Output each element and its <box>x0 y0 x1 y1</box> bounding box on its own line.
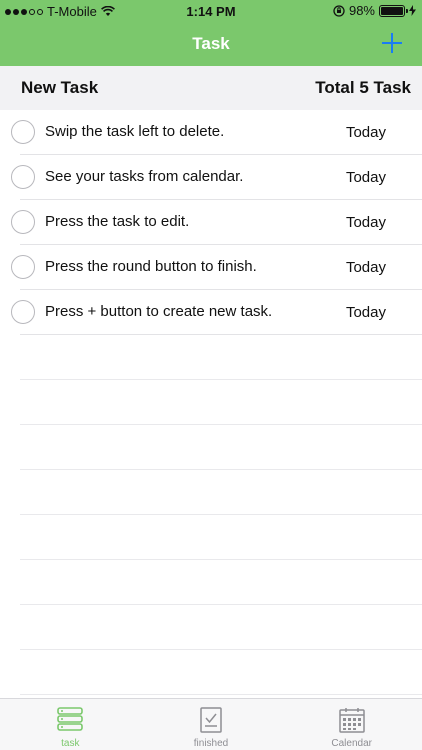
status-bar: T-Mobile 1:14 PM 98% <box>0 0 422 22</box>
task-row[interactable]: Swip the task left to delete. Today <box>0 110 422 155</box>
task-list-header: New Task Total 5 Task <box>0 66 422 110</box>
finish-task-button[interactable] <box>11 210 35 234</box>
task-text: Press the task to edit. <box>45 213 190 230</box>
tab-bar: task finished Calendar <box>0 698 422 750</box>
orientation-lock-icon <box>333 4 345 17</box>
finish-task-button[interactable] <box>11 300 35 324</box>
empty-row <box>0 380 422 425</box>
task-row[interactable]: Press + button to create new task. Today <box>0 290 422 335</box>
page-title: Task <box>192 34 230 53</box>
empty-row <box>0 425 422 470</box>
task-list: Swip the task left to delete. Today See … <box>0 110 422 695</box>
task-list-icon <box>57 707 84 731</box>
finish-task-button[interactable] <box>11 120 35 144</box>
task-text: See your tasks from calendar. <box>45 168 244 185</box>
calendar-icon <box>338 708 365 733</box>
finish-task-button[interactable] <box>11 165 35 189</box>
charging-bolt-icon <box>409 5 416 16</box>
task-date: Today <box>345 259 386 276</box>
task-text: Swip the task left to delete. <box>45 123 225 140</box>
tab-label: task <box>61 738 80 749</box>
navigation-bar: Task <box>0 22 422 66</box>
tab-task[interactable]: task <box>0 699 141 750</box>
task-date: Today <box>345 214 386 231</box>
add-task-button[interactable] <box>380 31 404 55</box>
new-task-heading: New Task <box>21 78 99 97</box>
plus-icon <box>382 33 402 53</box>
task-date: Today <box>345 124 386 141</box>
total-task-count: Total 5 Task <box>315 78 411 97</box>
task-date: Today <box>345 304 386 321</box>
task-row[interactable]: Press the task to edit. Today <box>0 200 422 245</box>
task-text: Press the round button to finish. <box>45 258 257 275</box>
battery-percent: 98% <box>348 3 375 18</box>
empty-row <box>0 650 422 695</box>
status-right: 98% <box>333 3 416 18</box>
tab-label: Calendar <box>331 738 372 749</box>
battery-icon <box>379 4 408 17</box>
task-row[interactable]: Press the round button to finish. Today <box>0 245 422 290</box>
tab-label: finished <box>193 738 229 749</box>
task-text: Press + button to create new task. <box>45 303 273 320</box>
tab-finished[interactable]: finished <box>141 699 282 750</box>
finished-check-icon <box>200 707 222 733</box>
empty-row <box>0 470 422 515</box>
task-date: Today <box>345 169 386 186</box>
empty-row <box>0 335 422 380</box>
finish-task-button[interactable] <box>11 255 35 279</box>
empty-row <box>0 560 422 605</box>
empty-row <box>0 605 422 650</box>
tab-calendar[interactable]: Calendar <box>281 699 422 750</box>
empty-row <box>0 515 422 560</box>
task-row[interactable]: See your tasks from calendar. Today <box>0 155 422 200</box>
